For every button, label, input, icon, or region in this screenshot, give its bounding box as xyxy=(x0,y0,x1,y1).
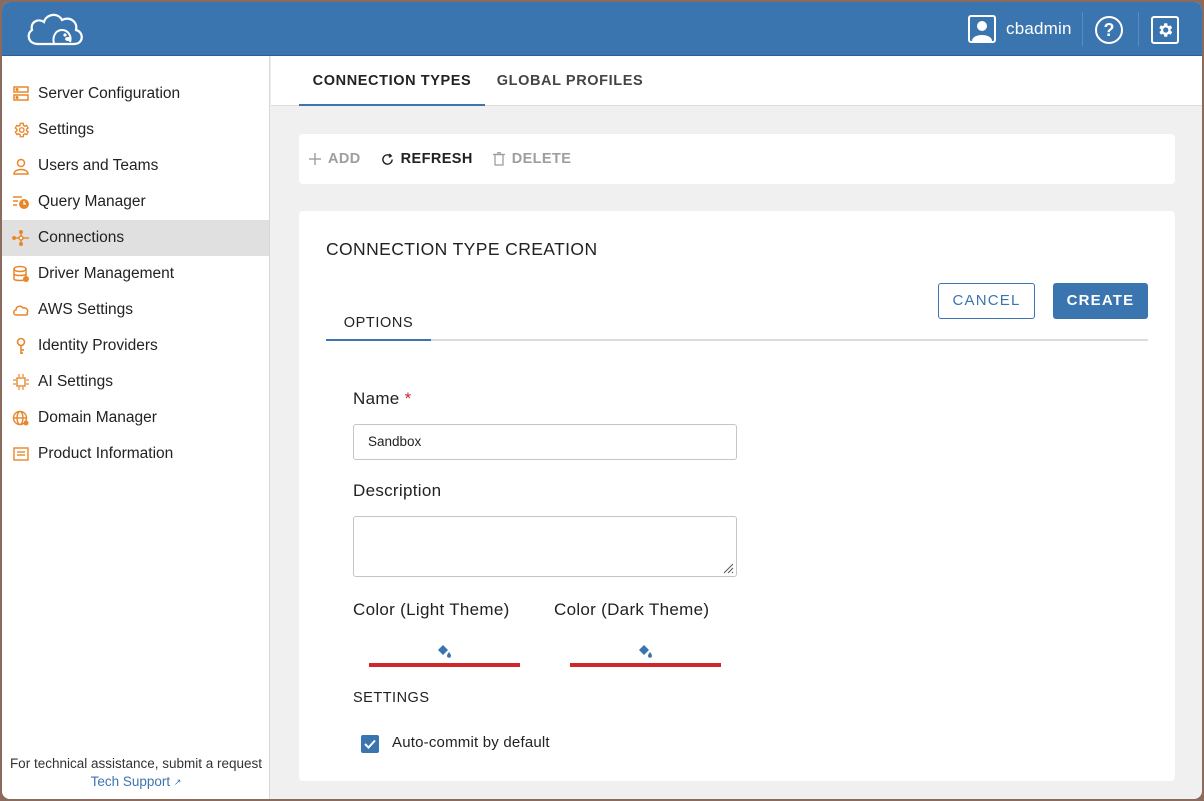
name-field[interactable]: Sandbox xyxy=(353,424,737,460)
tech-support-link[interactable]: Tech Support xyxy=(91,774,171,789)
query-manager-icon xyxy=(11,192,31,212)
divider xyxy=(1082,12,1083,46)
cancel-button[interactable]: CANCEL xyxy=(938,283,1035,319)
color-light-label: Color (Light Theme) xyxy=(353,600,510,619)
divider xyxy=(1138,12,1139,46)
key-icon xyxy=(11,336,31,356)
top-bar: cbadmin ? xyxy=(2,2,1202,56)
gear-icon xyxy=(11,120,31,140)
app-window: cbadmin ? Server Configuration Settings … xyxy=(2,2,1202,799)
color-light-swatch xyxy=(369,663,520,667)
sidebar-item-connections[interactable]: Connections xyxy=(2,220,269,256)
sidebar-item-label: Query Manager xyxy=(38,193,146,210)
tab-options[interactable]: OPTIONS xyxy=(326,311,431,341)
color-dark-swatch xyxy=(570,663,721,667)
resize-grip-icon[interactable] xyxy=(722,562,734,574)
sidebar-item-product-information[interactable]: Product Information xyxy=(2,436,269,472)
add-label: ADD xyxy=(328,151,361,167)
delete-label: DELETE xyxy=(511,151,572,167)
refresh-button[interactable]: REFRESH xyxy=(381,151,473,167)
sidebar-item-ai-settings[interactable]: AI Settings xyxy=(2,364,269,400)
sidebar-item-label: Server Configuration xyxy=(38,85,181,102)
autocommit-label[interactable]: Auto-commit by default xyxy=(392,734,550,751)
sidebar-footer: For technical assistance, submit a reque… xyxy=(2,755,270,791)
paint-bucket-icon xyxy=(436,643,452,664)
autocommit-checkbox[interactable] xyxy=(361,735,379,753)
sidebar-item-users-and-teams[interactable]: Users and Teams xyxy=(2,148,269,184)
sidebar-nav: Server Configuration Settings Users and … xyxy=(2,76,269,472)
gear-icon[interactable] xyxy=(1151,16,1179,44)
toolbar: ADD REFRESH DELETE xyxy=(299,134,1175,184)
info-list-icon xyxy=(11,444,31,464)
sidebar-item-label: Product Information xyxy=(38,445,174,462)
user-icon xyxy=(11,156,31,176)
add-button[interactable]: ADD xyxy=(309,151,361,167)
footer-text: For technical assistance, submit a reque… xyxy=(9,756,263,771)
user-name: cbadmin xyxy=(1006,19,1072,38)
chip-icon xyxy=(11,372,31,392)
sidebar-item-label: Identity Providers xyxy=(38,337,158,354)
paint-bucket-icon xyxy=(637,643,653,664)
trash-icon xyxy=(492,152,505,166)
sidebar-item-label: Connections xyxy=(38,229,125,246)
description-field[interactable] xyxy=(353,516,737,577)
form-title: CONNECTION TYPE CREATION xyxy=(326,239,598,259)
sidebar-item-aws-settings[interactable]: AWS Settings xyxy=(2,292,269,328)
tab-connection-types[interactable]: CONNECTION TYPES xyxy=(299,56,485,106)
color-light-picker[interactable] xyxy=(369,639,520,667)
sidebar-item-label: AWS Settings xyxy=(38,301,134,318)
sidebar: Server Configuration Settings Users and … xyxy=(2,56,270,799)
required-mark: * xyxy=(404,389,412,408)
sidebar-item-label: AI Settings xyxy=(38,373,113,390)
sidebar-item-driver-management[interactable]: Driver Management xyxy=(2,256,269,292)
sidebar-item-label: Driver Management xyxy=(38,265,175,282)
connection-type-form: CONNECTION TYPE CREATION CANCEL CREATE O… xyxy=(299,211,1175,781)
server-config-icon xyxy=(11,84,31,104)
tab-global-profiles[interactable]: GLOBAL PROFILES xyxy=(485,56,655,106)
check-icon xyxy=(364,739,376,749)
plus-icon xyxy=(309,153,321,165)
refresh-icon xyxy=(381,152,394,166)
delete-button[interactable]: DELETE xyxy=(492,151,572,167)
external-link-icon: ↗ xyxy=(173,777,182,787)
sidebar-item-server-configuration[interactable]: Server Configuration xyxy=(2,76,269,112)
user-menu[interactable]: cbadmin xyxy=(968,15,1072,43)
user-avatar-icon xyxy=(968,15,996,43)
name-label: Name * xyxy=(353,389,412,409)
description-label: Description xyxy=(353,481,442,500)
sidebar-item-domain-manager[interactable]: Domain Manager xyxy=(2,400,269,436)
globe-icon xyxy=(11,408,31,428)
cloudbeaver-logo[interactable] xyxy=(24,10,86,50)
sidebar-item-label: Users and Teams xyxy=(38,157,159,174)
sidebar-item-identity-providers[interactable]: Identity Providers xyxy=(2,328,269,364)
cloud-icon xyxy=(11,300,31,320)
database-icon xyxy=(11,264,31,284)
main-content: CONNECTION TYPES GLOBAL PROFILES ADD REF… xyxy=(271,56,1202,799)
sidebar-item-query-manager[interactable]: Query Manager xyxy=(2,184,269,220)
create-button[interactable]: CREATE xyxy=(1053,283,1148,319)
connections-icon xyxy=(11,228,31,248)
sidebar-item-label: Domain Manager xyxy=(38,409,157,426)
name-label-text: Name xyxy=(353,389,400,408)
tabs-bar: CONNECTION TYPES GLOBAL PROFILES xyxy=(271,56,1202,106)
color-dark-picker[interactable] xyxy=(570,639,721,667)
color-dark-label: Color (Dark Theme) xyxy=(554,600,710,619)
settings-section-label: SETTINGS xyxy=(353,690,430,706)
subtab-divider xyxy=(326,339,1148,341)
refresh-label: REFRESH xyxy=(400,151,473,167)
question-circle-icon[interactable]: ? xyxy=(1095,16,1123,44)
sidebar-item-label: Settings xyxy=(38,121,95,138)
sidebar-item-settings[interactable]: Settings xyxy=(2,112,269,148)
